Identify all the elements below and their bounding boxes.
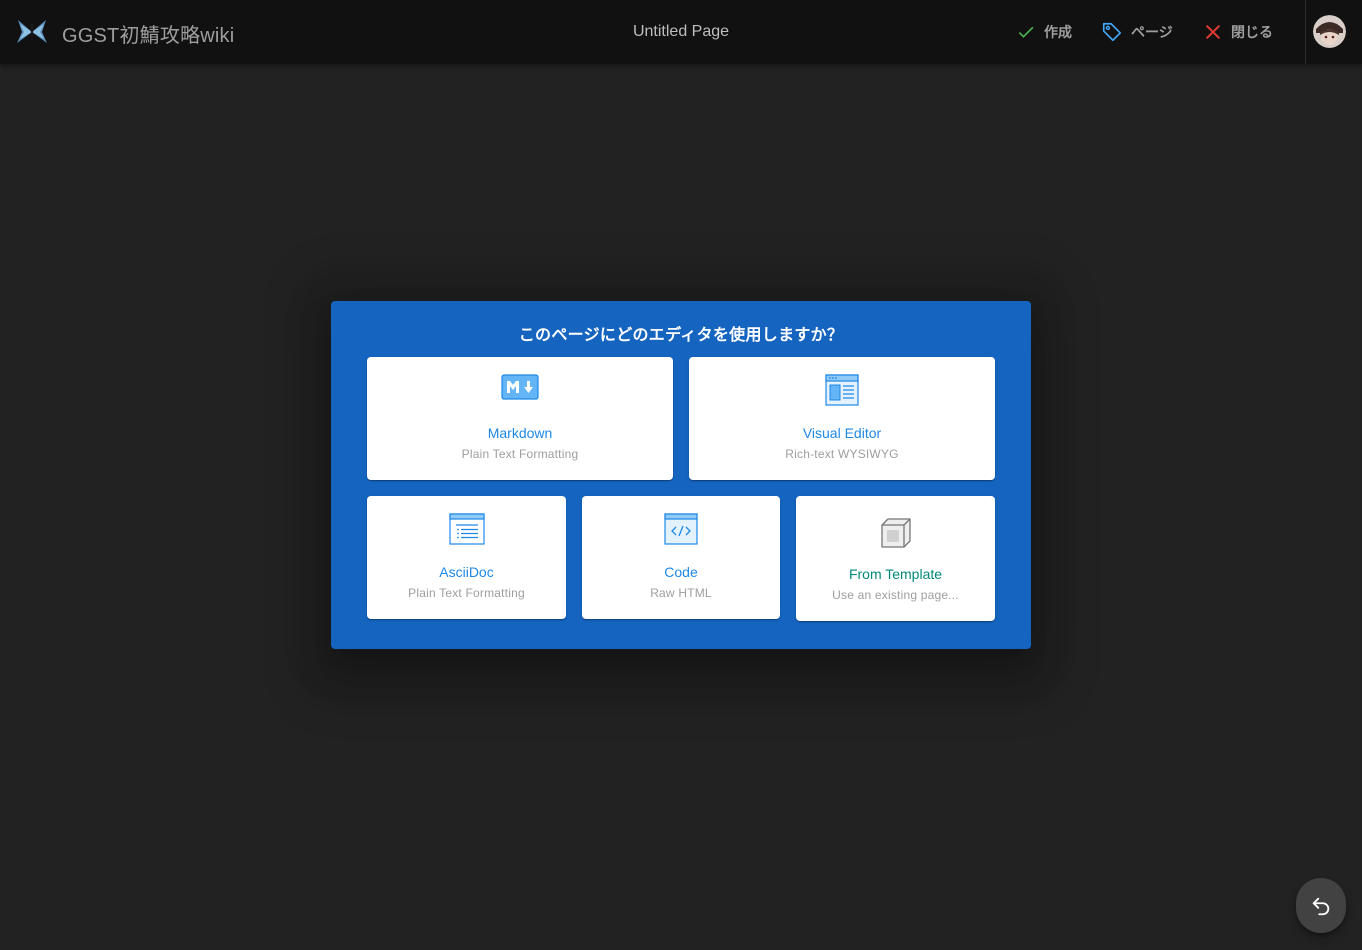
visual-editor-subtitle: Rich-text WYSIWYG (785, 447, 899, 461)
wiki-logo-icon[interactable] (14, 14, 50, 50)
undo-fab-button[interactable] (1296, 878, 1346, 933)
markdown-subtitle: Plain Text Formatting (461, 447, 579, 461)
asciidoc-subtitle: Plain Text Formatting (408, 586, 525, 600)
asciidoc-editor-card[interactable]: AsciiDoc Plain Text Formatting (367, 496, 566, 619)
template-box-icon (880, 518, 911, 548)
check-icon (1018, 26, 1034, 38)
from-template-card[interactable]: From Template Use an existing page... (796, 496, 995, 621)
page-button-label: ページ (1131, 24, 1173, 40)
close-button-label: 閉じる (1231, 24, 1273, 40)
page-title: Untitled Page (632, 23, 730, 40)
undo-icon (1312, 897, 1330, 915)
from-template-subtitle: Use an existing page... (832, 588, 959, 602)
visual-editor-label: Visual Editor (802, 425, 882, 441)
visual-editor-card[interactable]: Visual Editor Rich-text WYSIWYG (689, 357, 995, 480)
markdown-icon (501, 374, 539, 400)
code-subtitle: Raw HTML (650, 586, 712, 600)
asciidoc-label: AsciiDoc (439, 564, 494, 580)
markdown-label: Markdown (487, 425, 553, 441)
page-properties-button[interactable]: ページ (1101, 16, 1173, 48)
close-button[interactable]: 閉じる (1203, 16, 1273, 48)
code-icon (664, 513, 698, 545)
visual-editor-icon (825, 374, 859, 406)
avatar-image (1313, 15, 1346, 48)
top-app-bar: GGST初鯖攻略wiki Untitled Page 作成 ページ 閉じる (0, 0, 1362, 64)
asciidoc-icon (448, 513, 485, 545)
create-button-label: 作成 (1044, 24, 1072, 40)
close-icon (1206, 25, 1220, 39)
dialog-title: このページにどのエディタを使用しますか？ (518, 327, 844, 344)
toolbar-divider (1305, 0, 1306, 64)
tag-icon (1102, 22, 1122, 42)
editor-selection-dialog: このページにどのエディタを使用しますか？ Markdown Plain Text… (331, 301, 1031, 649)
user-avatar[interactable] (1313, 15, 1346, 48)
create-button[interactable]: 作成 (1016, 16, 1072, 48)
code-editor-card[interactable]: Code Raw HTML (582, 496, 780, 619)
from-template-label: From Template (848, 566, 943, 582)
site-title[interactable]: GGST初鯖攻略wiki (62, 19, 234, 48)
markdown-editor-card[interactable]: Markdown Plain Text Formatting (367, 357, 673, 480)
code-label: Code (664, 564, 698, 580)
